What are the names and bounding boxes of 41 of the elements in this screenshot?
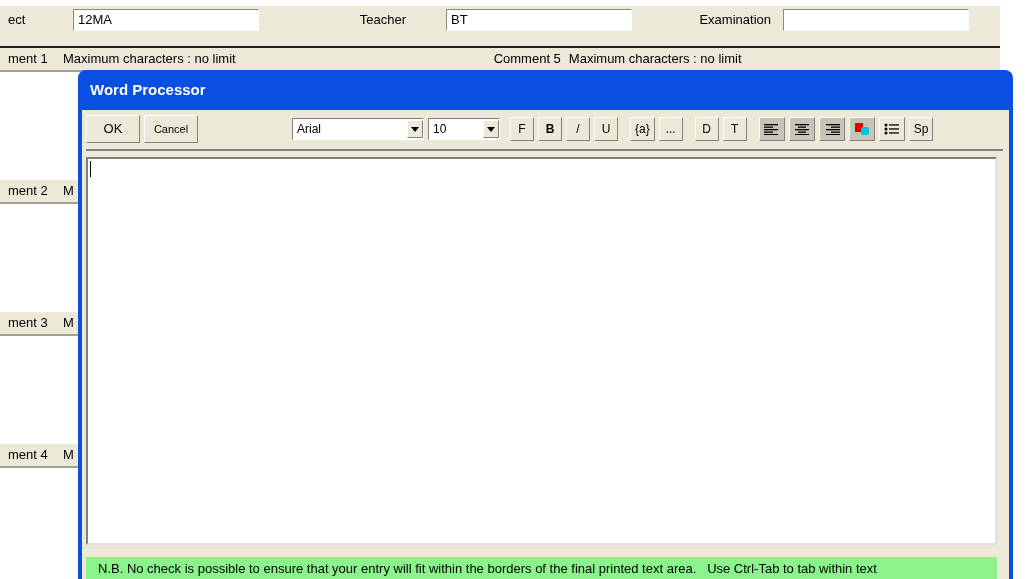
align-right-icon xyxy=(823,123,840,135)
field-label: Teacher xyxy=(358,11,407,30)
comment-hint: M xyxy=(63,182,74,201)
comment-label: ment 3 xyxy=(8,314,49,333)
field-label: ect xyxy=(8,11,27,30)
align-left-button[interactable] xyxy=(758,117,785,141)
comment-label: ment 2 xyxy=(8,182,49,201)
text-color-button[interactable] xyxy=(848,117,875,141)
font-size-dropdown[interactable]: 10 xyxy=(428,118,500,140)
align-center-button[interactable] xyxy=(788,117,815,141)
comment-hint: M xyxy=(63,314,74,333)
format-button[interactable]: F xyxy=(510,117,534,141)
ok-button[interactable]: OK xyxy=(86,115,140,143)
bullet-list-icon xyxy=(883,123,900,135)
format-button[interactable]: / xyxy=(566,117,590,141)
text-field[interactable]: BT xyxy=(446,9,632,31)
format-button[interactable]: {a} xyxy=(630,117,655,141)
format-button[interactable]: U xyxy=(594,117,618,141)
format-button[interactable]: T xyxy=(722,117,747,141)
comment-hint: Maximum characters : no limit xyxy=(568,50,742,69)
comment-hint: M xyxy=(63,446,74,465)
cancel-button[interactable]: Cancel xyxy=(144,115,198,143)
format-button[interactable]: B xyxy=(538,117,562,141)
comment-label: ment 4 xyxy=(8,446,49,465)
align-center-icon xyxy=(793,123,810,135)
text-color-icon xyxy=(853,122,870,136)
align-left-icon xyxy=(763,123,780,135)
field-label: Examination xyxy=(698,11,772,30)
dialog-title: Word Processor xyxy=(90,79,206,100)
align-right-button[interactable] xyxy=(818,117,845,141)
text-field[interactable]: 12MA xyxy=(73,9,259,31)
format-button[interactable]: D xyxy=(694,117,719,141)
format-button[interactable]: ... xyxy=(658,117,683,141)
comment-hint: Maximum characters : no limit xyxy=(63,50,236,69)
comment-label: ment 1 xyxy=(8,50,49,69)
bullet-list-button[interactable] xyxy=(878,117,905,141)
font-dropdown[interactable]: Arial xyxy=(292,118,424,140)
comment-label: Comment 5 xyxy=(493,50,561,69)
note-text: N.B. No check is possible to ensure that your entry will fit within the borders of the final printed text area. Use Ctrl-Tab to tab within text xyxy=(98,560,877,578)
text-field[interactable] xyxy=(783,9,969,31)
format-button[interactable]: Sp xyxy=(908,117,934,141)
